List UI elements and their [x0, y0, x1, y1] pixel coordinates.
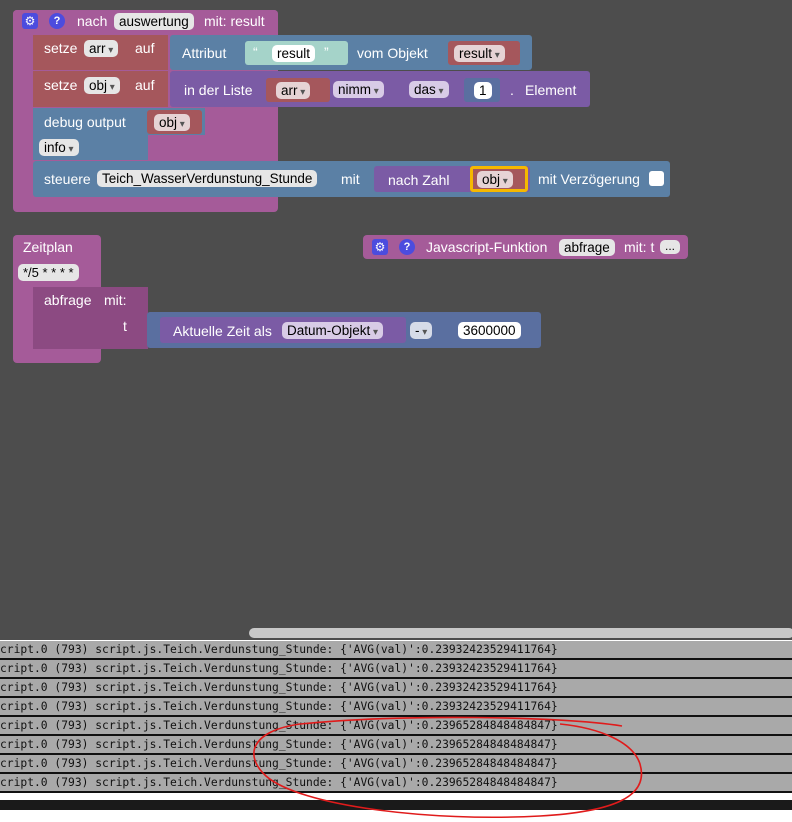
log-row: cript.0 (793) script.js.Teich.Verdunstun… [0, 717, 792, 736]
event-suffix: mit: result [204, 13, 265, 29]
format-dropdown[interactable]: Datum-Objekt [282, 322, 384, 339]
trigger-field[interactable]: auswertung [114, 13, 194, 30]
param-label: t [123, 318, 127, 334]
log-row: cript.0 (793) script.js.Teich.Verdunstun… [0, 679, 792, 698]
delay-label: mit Verzögerung [538, 171, 640, 187]
element-label: Element [525, 82, 577, 98]
debug-label: debug output [44, 114, 126, 130]
log-footer-bar [0, 800, 792, 810]
gear-icon[interactable]: ⚙ [22, 13, 38, 29]
index-value[interactable]: 1 [474, 82, 492, 99]
function-label: Javascript-Funktion [426, 239, 548, 255]
event-prefix: nach [77, 13, 108, 29]
set-arr-suffix: auf [135, 40, 155, 56]
help-icon[interactable]: ? [399, 239, 415, 255]
schedule-label: Zeitplan [23, 239, 73, 255]
delay-checkbox[interactable] [649, 171, 664, 186]
log-row: cript.0 (793) script.js.Teich.Verdunstun… [0, 774, 792, 793]
log-row: cript.0 (793) script.js.Teich.Verdunstun… [0, 698, 792, 717]
log-row: cript.0 (793) script.js.Teich.Verdunstun… [0, 736, 792, 755]
of-object-label: vom Objekt [357, 45, 428, 61]
log-panel: cript.0 (793) script.js.Teich.Verdunstun… [0, 641, 792, 793]
attribute-key[interactable]: result [272, 45, 316, 62]
to-number-label: nach Zahl [388, 172, 450, 188]
control-var[interactable]: obj [477, 171, 513, 188]
attribute-label: Attribut [182, 45, 227, 61]
horizontal-scrollbar[interactable] [249, 628, 792, 638]
list-var[interactable]: arr [276, 82, 311, 99]
control-with: mit [341, 171, 360, 187]
function-params: mit: t [624, 239, 655, 255]
debug-var[interactable]: obj [154, 114, 190, 131]
set-obj-var[interactable]: obj [84, 77, 120, 94]
object-var[interactable]: result [454, 45, 505, 62]
debug-level[interactable]: info [39, 139, 79, 156]
blockly-workspace[interactable]: ⚙ ? nach auswertung mit: result setze ar… [0, 0, 792, 640]
call-label: abfrage [44, 292, 92, 308]
call-with: mit: [104, 292, 127, 308]
which-dropdown[interactable]: das [409, 81, 449, 98]
number-value[interactable]: 3600000 [458, 322, 521, 339]
take-dropdown[interactable]: nimm [333, 81, 384, 98]
list-label: in der Liste [184, 82, 253, 98]
quote-close-icon: ” [324, 44, 329, 60]
quote-open-icon: “ [253, 44, 258, 60]
operator-dropdown[interactable]: - [410, 322, 433, 339]
set-arr-var[interactable]: arr [84, 40, 119, 57]
log-row: cript.0 (793) script.js.Teich.Verdunstun… [0, 641, 792, 660]
now-label: Aktuelle Zeit als [173, 323, 272, 339]
gear-icon[interactable]: ⚙ [372, 239, 388, 255]
function-more[interactable]: ... [660, 240, 681, 254]
list-dot: . [510, 82, 514, 98]
function-name[interactable]: abfrage [559, 239, 615, 256]
help-icon[interactable]: ? [49, 13, 65, 29]
log-row: cript.0 (793) script.js.Teich.Verdunstun… [0, 660, 792, 679]
control-target[interactable]: Teich_WasserVerdunstung_Stunde [97, 170, 318, 187]
log-row: cript.0 (793) script.js.Teich.Verdunstun… [0, 755, 792, 774]
set-obj-label: setze [44, 77, 78, 93]
cron-field[interactable]: */5 * * * * [18, 264, 79, 281]
control-label: steuere [44, 171, 91, 187]
set-arr-label: setze [44, 40, 78, 56]
set-obj-suffix: auf [135, 77, 155, 93]
